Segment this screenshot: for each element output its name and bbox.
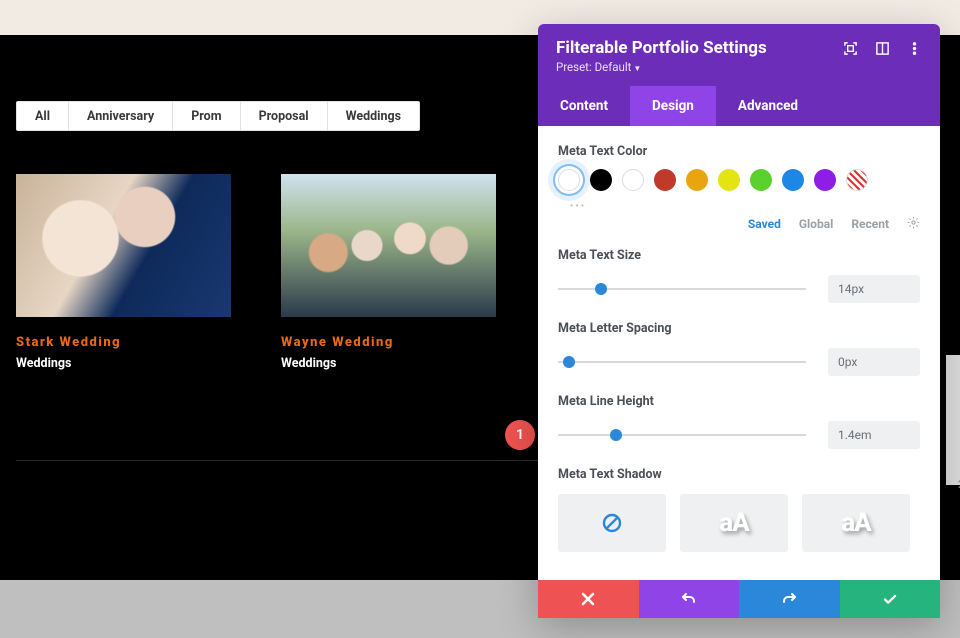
undo-button[interactable] xyxy=(639,580,740,618)
color-swatch[interactable] xyxy=(782,169,804,191)
color-swatch[interactable] xyxy=(846,169,868,191)
filter-prom[interactable]: Prom xyxy=(173,102,240,130)
label-line-height: Meta Line Height xyxy=(558,394,920,409)
label-letter-spacing: Meta Letter Spacing xyxy=(558,321,920,336)
portfolio-thumb xyxy=(281,174,496,317)
tab-advanced[interactable]: Advanced xyxy=(716,86,820,126)
filter-proposal[interactable]: Proposal xyxy=(241,102,328,130)
kebab-icon[interactable] xyxy=(906,40,922,56)
settings-panel: Filterable Portfolio Settings Preset: De… xyxy=(538,24,940,618)
panel-title: Filterable Portfolio Settings xyxy=(556,38,767,58)
portfolio-item[interactable]: Wayne Wedding Weddings xyxy=(281,174,496,371)
portfolio-category[interactable]: Weddings xyxy=(16,356,231,371)
value-letter-spacing[interactable]: 0px xyxy=(828,348,920,376)
preset-label: Preset: Default xyxy=(556,60,631,74)
more-dots-icon[interactable]: ••• xyxy=(570,201,920,212)
portfolio-item[interactable]: Stark Wedding Weddings xyxy=(16,174,231,371)
chevron-down-icon: ▼ xyxy=(633,64,641,73)
color-swatch[interactable] xyxy=(686,169,708,191)
slider-line-height[interactable] xyxy=(558,427,806,443)
portfolio-grid: Stark Wedding Weddings Wayne Wedding Wed… xyxy=(16,174,496,371)
subtab-recent[interactable]: Recent xyxy=(851,217,889,231)
portfolio-title[interactable]: Wayne Wedding xyxy=(281,335,496,350)
filter-all[interactable]: All xyxy=(17,102,69,130)
color-swatch[interactable] xyxy=(558,169,580,191)
shadow-none[interactable] xyxy=(558,494,666,552)
shadow-preset-1[interactable]: aA xyxy=(680,494,788,552)
portfolio-thumb xyxy=(16,174,231,317)
filter-weddings[interactable]: Weddings xyxy=(328,102,419,130)
color-swatch[interactable] xyxy=(718,169,740,191)
slider-letter-spacing[interactable] xyxy=(558,354,806,370)
callout-badge-1: 1 xyxy=(505,420,535,450)
tab-content[interactable]: Content xyxy=(538,86,630,126)
label-text-shadow: Meta Text Shadow xyxy=(558,467,920,482)
value-line-height[interactable]: 1.4em xyxy=(828,421,920,449)
columns-icon[interactable] xyxy=(874,40,890,56)
color-swatch[interactable] xyxy=(814,169,836,191)
preset-dropdown[interactable]: Preset: Default▼ xyxy=(538,60,940,86)
label-meta-text-color: Meta Text Color xyxy=(558,144,920,159)
filter-anniversary[interactable]: Anniversary xyxy=(69,102,173,130)
value-text-size[interactable]: 14px xyxy=(828,275,920,303)
redo-button[interactable] xyxy=(739,580,840,618)
panel-body: Meta Text Color ••• Saved Global Recent … xyxy=(538,126,940,556)
subtab-saved[interactable]: Saved xyxy=(748,217,781,231)
panel-footer xyxy=(538,580,940,618)
label-text-size: Meta Text Size xyxy=(558,248,920,263)
expand-icon[interactable] xyxy=(842,40,858,56)
shadow-preset-2[interactable]: aA xyxy=(802,494,910,552)
portfolio-category[interactable]: Weddings xyxy=(281,356,496,371)
color-swatch[interactable] xyxy=(654,169,676,191)
color-subtabs: Saved Global Recent xyxy=(558,216,920,232)
color-swatch[interactable] xyxy=(590,169,612,191)
color-swatch[interactable] xyxy=(750,169,772,191)
slider-text-size[interactable] xyxy=(558,281,806,297)
offscreen-strip xyxy=(946,355,960,485)
color-swatch-row xyxy=(558,169,920,191)
confirm-button[interactable] xyxy=(840,580,941,618)
panel-header: Filterable Portfolio Settings Preset: De… xyxy=(538,24,940,126)
close-button[interactable] xyxy=(538,580,639,618)
gear-icon[interactable] xyxy=(907,216,920,232)
panel-tabs: Content Design Advanced xyxy=(538,86,940,126)
subtab-global[interactable]: Global xyxy=(799,217,833,231)
color-swatch[interactable] xyxy=(622,169,644,191)
portfolio-title[interactable]: Stark Wedding xyxy=(16,335,231,350)
tab-design[interactable]: Design xyxy=(630,86,716,126)
portfolio-filter-bar: All Anniversary Prom Proposal Weddings xyxy=(16,101,420,131)
